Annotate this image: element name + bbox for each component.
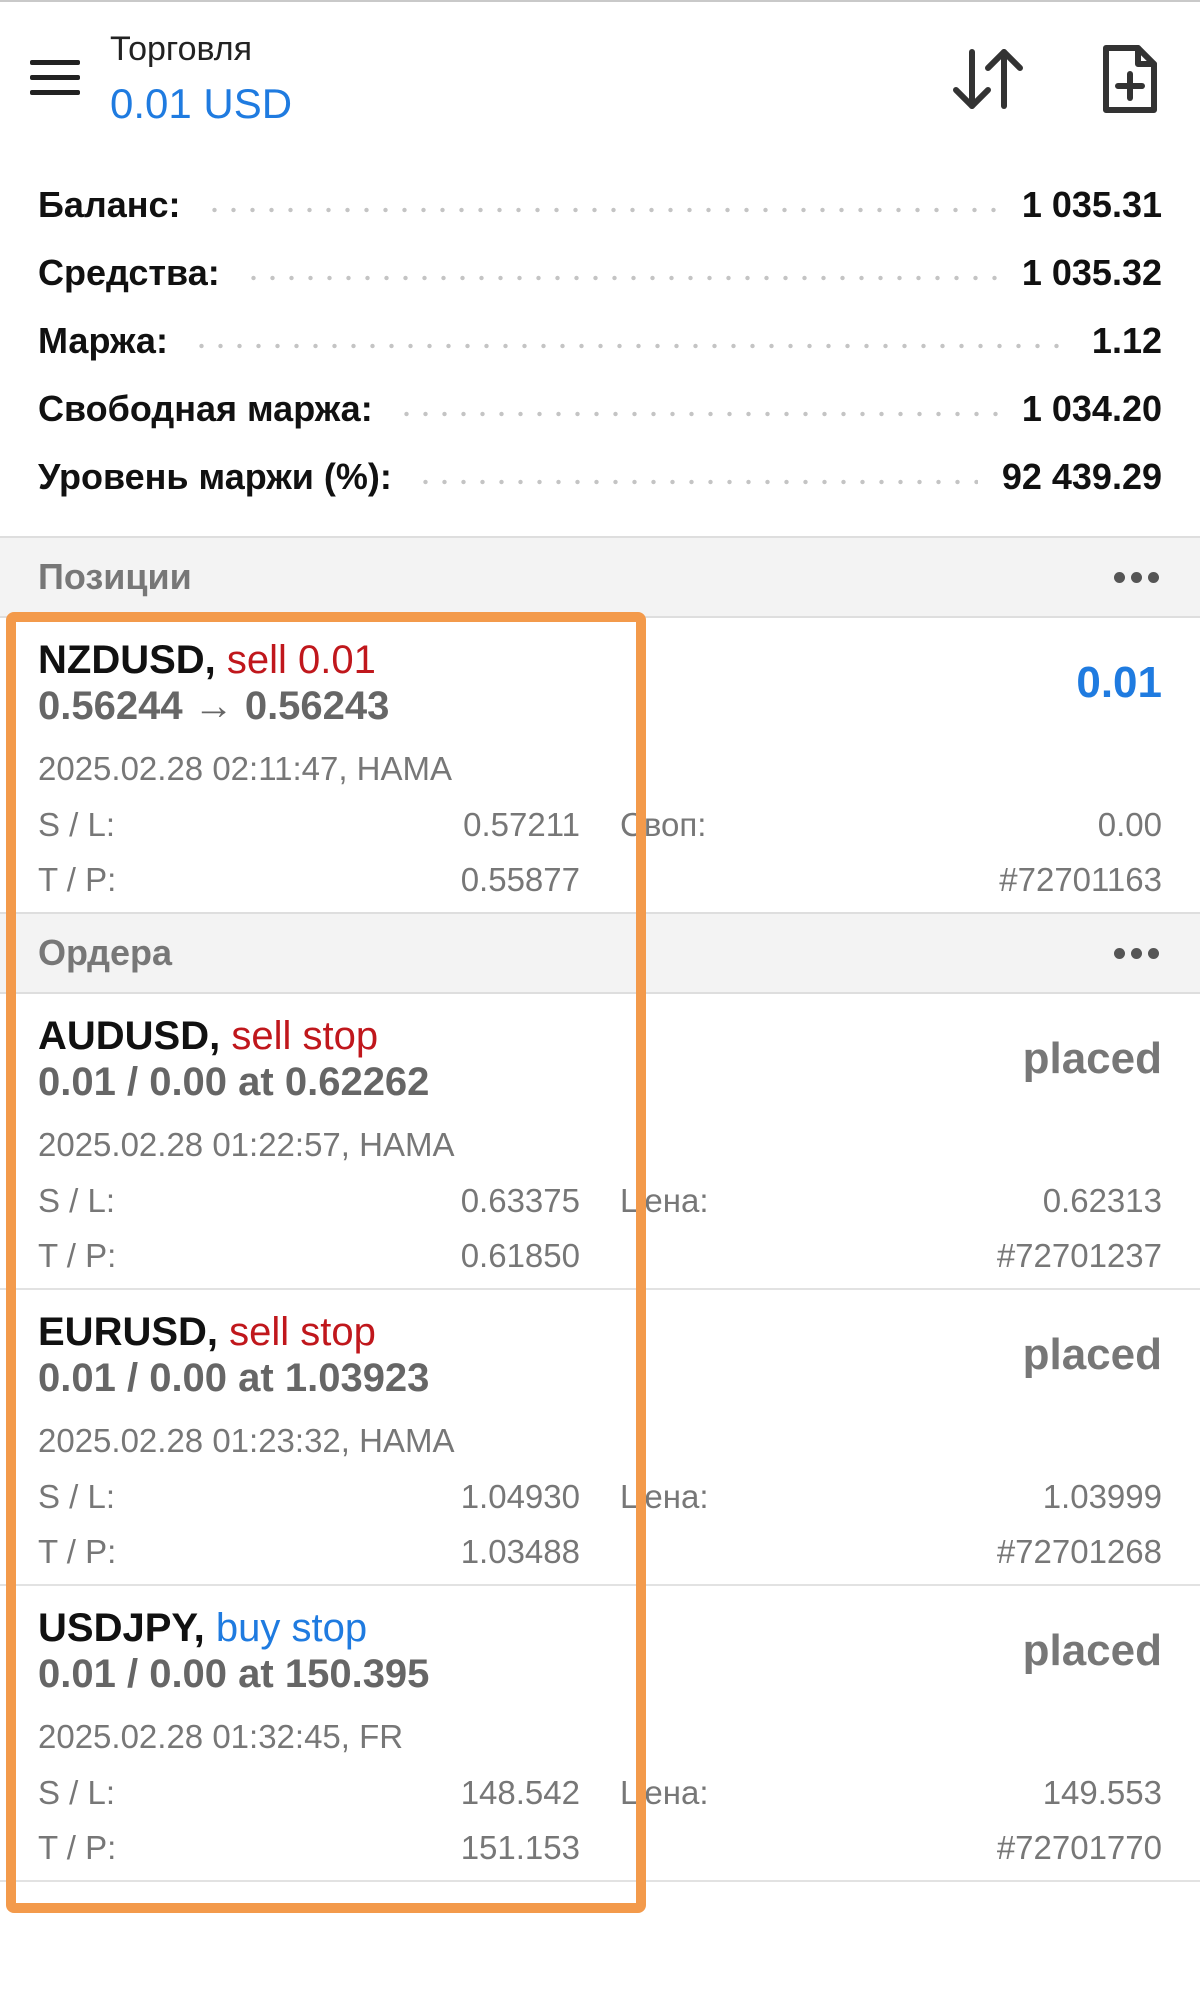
ticket-number: #72701163 bbox=[999, 861, 1162, 898]
page-title: Торговля bbox=[110, 30, 253, 68]
price-change: 0.56244 → 0.56243 bbox=[38, 684, 390, 728]
summary-label: Средства: bbox=[38, 252, 220, 293]
dotted-leader bbox=[415, 479, 978, 485]
order-time: 2025.02.28 01:23:32, НАМА bbox=[38, 1422, 455, 1459]
order-volume: 0.01 / 0.00 at 0.62262 bbox=[38, 1060, 430, 1104]
sl-label: S / L: bbox=[38, 1478, 116, 1515]
price-value: 1.03999 bbox=[1042, 1478, 1162, 1515]
tp-value: 151.153 bbox=[460, 1829, 580, 1866]
symbol: USDJPY, bbox=[38, 1606, 205, 1650]
symbol: AUDUSD, bbox=[38, 1014, 221, 1058]
order-type: sell stop bbox=[231, 1014, 379, 1058]
order-volume: 0.01 / 0.00 at 150.395 bbox=[38, 1652, 430, 1696]
sl-value: 148.542 bbox=[460, 1774, 580, 1811]
order-item[interactable]: USDJPY, buy stop 0.01 / 0.00 at 150.395 … bbox=[0, 1586, 1200, 1882]
new-order-icon[interactable] bbox=[1100, 44, 1160, 114]
profit-value: 0.01 bbox=[1076, 658, 1162, 707]
order-time: 2025.02.28 01:22:57, НАМА bbox=[38, 1126, 455, 1163]
tp-value: 0.55877 bbox=[460, 861, 580, 898]
order-status: placed bbox=[1022, 1626, 1162, 1675]
summary-row-free-margin: Свободная маржа: 1 034.20 bbox=[38, 384, 1162, 434]
hamburger-menu-icon[interactable] bbox=[30, 60, 80, 96]
more-options-icon[interactable] bbox=[1114, 572, 1160, 584]
positions-section-header: Позиции bbox=[0, 536, 1200, 618]
tp-label: T / P: bbox=[38, 861, 117, 898]
swap-label: Своп: bbox=[620, 806, 707, 843]
position-item[interactable]: NZDUSD, sell 0.01 0.56244 → 0.56243 0.01… bbox=[0, 618, 1200, 914]
order-title: EURUSD, sell stop bbox=[38, 1310, 376, 1355]
summary-value: 1 035.32 bbox=[1021, 252, 1162, 293]
summary-row-equity: Средства: 1 035.32 bbox=[38, 248, 1162, 298]
dotted-leader bbox=[204, 207, 998, 213]
tp-label: T / P: bbox=[38, 1237, 117, 1274]
dotted-leader bbox=[191, 343, 1068, 349]
dotted-leader bbox=[396, 411, 998, 417]
order-type: buy stop bbox=[215, 1606, 368, 1650]
sl-label: S / L: bbox=[38, 1182, 116, 1219]
summary-label: Баланс: bbox=[38, 184, 181, 225]
sl-value: 0.57211 bbox=[463, 806, 580, 843]
section-title: Ордера bbox=[38, 932, 172, 973]
position-title: NZDUSD, sell 0.01 bbox=[38, 638, 376, 683]
summary-value: 1.12 bbox=[1091, 320, 1162, 361]
order-title: AUDUSD, sell stop bbox=[38, 1014, 378, 1059]
ticket-number: #72701268 bbox=[996, 1533, 1162, 1570]
orders-section-header: Ордера bbox=[0, 912, 1200, 994]
price-value: 0.62313 bbox=[1042, 1182, 1162, 1219]
sl-value: 1.04930 bbox=[460, 1478, 580, 1515]
more-options-icon[interactable] bbox=[1114, 948, 1160, 960]
summary-value: 92 439.29 bbox=[1001, 456, 1162, 497]
sl-value: 0.63375 bbox=[460, 1182, 580, 1219]
order-type: sell stop bbox=[229, 1310, 376, 1354]
summary-label: Свободная маржа: bbox=[38, 388, 373, 429]
summary-value: 1 035.31 bbox=[1021, 184, 1162, 225]
app-header: Торговля 0.01 USD bbox=[0, 2, 1200, 152]
order-time: 2025.02.28 01:32:45, FR bbox=[38, 1718, 404, 1755]
price-label: Цена: bbox=[620, 1182, 709, 1219]
summary-label: Маржа: bbox=[38, 320, 168, 361]
ticket-number: #72701770 bbox=[996, 1829, 1162, 1866]
summary-row-balance: Баланс: 1 035.31 bbox=[38, 180, 1162, 230]
open-time: 2025.02.28 02:11:47, НАМА bbox=[38, 750, 453, 787]
symbol: EURUSD, bbox=[38, 1310, 219, 1354]
order-status: placed bbox=[1022, 1034, 1162, 1083]
summary-row-margin: Маржа: 1.12 bbox=[38, 316, 1162, 366]
section-title: Позиции bbox=[38, 556, 192, 597]
tp-value: 1.03488 bbox=[460, 1533, 580, 1570]
dotted-leader bbox=[243, 275, 998, 281]
sl-label: S / L: bbox=[38, 806, 116, 843]
ticket-number: #72701237 bbox=[996, 1237, 1162, 1274]
summary-label: Уровень маржи (%): bbox=[38, 456, 392, 497]
swap-value: 0.00 bbox=[1097, 806, 1162, 843]
trade-side: sell 0.01 bbox=[226, 638, 376, 682]
sort-icon[interactable] bbox=[950, 44, 1026, 114]
account-subtitle: 0.01 USD bbox=[110, 80, 293, 127]
price-value: 149.553 bbox=[1042, 1774, 1162, 1811]
symbol: NZDUSD, bbox=[38, 638, 216, 682]
tp-label: T / P: bbox=[38, 1533, 117, 1570]
tp-label: T / P: bbox=[38, 1829, 117, 1866]
sl-label: S / L: bbox=[38, 1774, 116, 1811]
order-item[interactable]: EURUSD, sell stop 0.01 / 0.00 at 1.03923… bbox=[0, 1290, 1200, 1586]
price-label: Цена: bbox=[620, 1478, 709, 1515]
summary-value: 1 034.20 bbox=[1021, 388, 1162, 429]
order-volume: 0.01 / 0.00 at 1.03923 bbox=[38, 1356, 430, 1400]
tp-value: 0.61850 bbox=[460, 1237, 580, 1274]
order-item[interactable]: AUDUSD, sell stop 0.01 / 0.00 at 0.62262… bbox=[0, 994, 1200, 1290]
price-label: Цена: bbox=[620, 1774, 709, 1811]
order-title: USDJPY, buy stop bbox=[38, 1606, 367, 1651]
order-status: placed bbox=[1022, 1330, 1162, 1379]
summary-row-margin-level: Уровень маржи (%): 92 439.29 bbox=[38, 452, 1162, 502]
